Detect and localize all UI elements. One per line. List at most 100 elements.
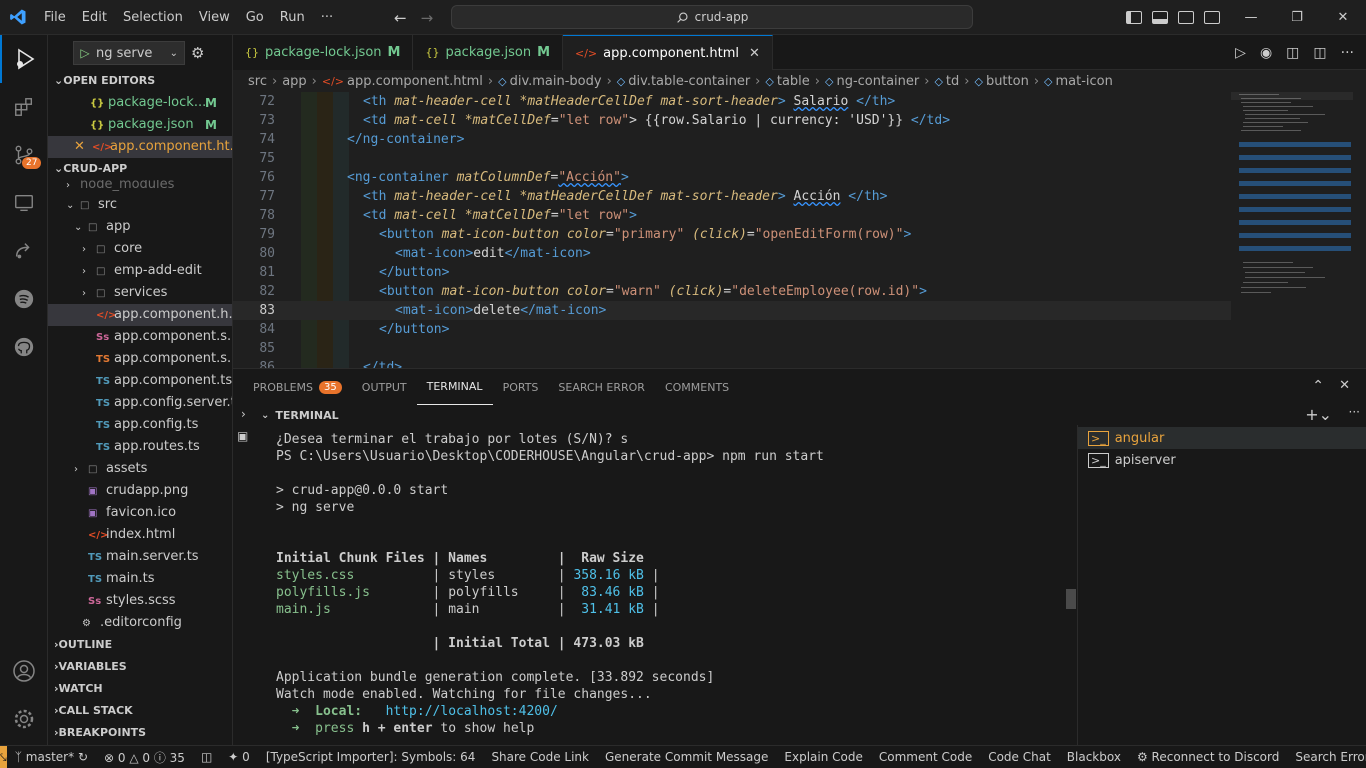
breadcrumb-item[interactable]: ng-container xyxy=(836,74,919,89)
spotify-icon[interactable] xyxy=(0,275,48,323)
open-editor-item-active[interactable]: ✕ </>app.component.ht... xyxy=(48,136,232,158)
start-debug-icon[interactable]: ▷ xyxy=(74,46,96,60)
live-share-icon[interactable] xyxy=(0,227,48,275)
tree-item-app-component-scss[interactable]: Ss app.component.s... xyxy=(48,326,232,348)
tab-package-json[interactable]: {} package.json M xyxy=(413,35,563,70)
tree-item-emp-add-edit[interactable]: › □ emp-add-edit xyxy=(48,260,232,282)
breadcrumb-item[interactable]: mat-icon xyxy=(1056,74,1113,89)
run-debug-icon[interactable] xyxy=(0,35,48,83)
breadcrumb-item[interactable]: button xyxy=(986,74,1029,89)
debug-console-icon[interactable]: ▣ xyxy=(237,429,248,443)
run-file-icon[interactable]: ▷ xyxy=(1235,45,1246,61)
menu-selection[interactable]: Selection xyxy=(115,0,191,35)
status-blackbox[interactable]: Blackbox xyxy=(1059,750,1129,764)
menu-file[interactable]: File xyxy=(36,0,74,35)
split-editor-icon[interactable]: ◫ xyxy=(1313,45,1326,61)
open-editor-item[interactable]: {} package-lock... M xyxy=(48,92,232,114)
extensions-icon[interactable] xyxy=(0,83,48,131)
breadcrumb-item[interactable]: app.component.html xyxy=(347,74,483,89)
close-window-icon[interactable]: ✕ xyxy=(1320,0,1366,35)
terminal-scrollbar[interactable] xyxy=(1066,589,1076,609)
toggle-panel-icon[interactable] xyxy=(1152,11,1168,24)
status-typescript-importer[interactable]: [TypeScript Importer]: Symbols: 64 xyxy=(258,750,484,764)
terminal-instance-angular[interactable]: >_ angular xyxy=(1078,427,1366,449)
watch-section[interactable]: ›WATCH xyxy=(48,678,232,700)
tree-item-services[interactable]: › □ services xyxy=(48,282,232,304)
outline-section[interactable]: ›OUTLINE xyxy=(48,634,232,656)
project-header[interactable]: ⌄CRUD-APP xyxy=(48,158,232,180)
toggle-secondary-sidebar-icon[interactable] xyxy=(1178,11,1194,24)
minimap[interactable] xyxy=(1231,92,1353,368)
breadcrumb-item[interactable]: td xyxy=(946,74,959,89)
status-search-error[interactable]: Search Error xyxy=(1287,750,1366,764)
tree-item-editorconfig[interactable]: ⚙ .editorconfig xyxy=(48,612,232,634)
source-control-icon[interactable]: 27 xyxy=(0,131,48,179)
restore-icon[interactable]: ❐ xyxy=(1274,0,1320,35)
call-stack-section[interactable]: ›CALL STACK xyxy=(48,700,232,722)
tree-item-crudapp-png[interactable]: ▣ crudapp.png xyxy=(48,480,232,502)
close-editor-icon[interactable]: ✕ xyxy=(74,136,92,158)
branch-indicator[interactable]: ᛉ master* ↻ xyxy=(7,750,96,764)
status-share-code-link[interactable]: Share Code Link xyxy=(483,750,597,764)
remote-indicator-icon[interactable]: ⤥ xyxy=(0,745,7,768)
preview-eye-icon[interactable]: ◉ xyxy=(1260,45,1272,61)
code-editor[interactable]: 72 <th mat-header-cell *matHeaderCellDef … xyxy=(233,92,1366,368)
open-editor-item[interactable]: {} package.json M xyxy=(48,114,232,136)
remote-explorer-icon[interactable] xyxy=(0,179,48,227)
chevron-right-icon[interactable]: › xyxy=(241,407,246,421)
debug-settings-gear-icon[interactable]: ⚙ xyxy=(191,44,204,62)
maximize-panel-icon[interactable]: ⌃ xyxy=(1312,378,1324,394)
command-center-search[interactable]: crud-app xyxy=(451,5,973,29)
tree-item-app-config[interactable]: TS app.config.ts xyxy=(48,414,232,436)
tree-item-favicon[interactable]: ▣ favicon.ico xyxy=(48,502,232,524)
accounts-icon[interactable] xyxy=(0,647,48,695)
menu-edit[interactable]: Edit xyxy=(74,0,115,35)
status-generate-commit[interactable]: Generate Commit Message xyxy=(597,750,776,764)
toggle-primary-sidebar-icon[interactable] xyxy=(1126,11,1142,24)
tab-terminal[interactable]: TERMINAL xyxy=(416,369,493,405)
tree-item-app-component-spec[interactable]: TS app.component.s... xyxy=(48,348,232,370)
status-comment-code[interactable]: Comment Code xyxy=(871,750,980,764)
breadcrumb-item[interactable]: div.table-container xyxy=(628,74,750,89)
tab-app-component-html[interactable]: </> app.component.html ✕ xyxy=(563,35,773,70)
tree-item-app-component-ts[interactable]: TS app.component.ts xyxy=(48,370,232,392)
tab-problems[interactable]: PROBLEMS 35 xyxy=(243,369,352,405)
problems-indicator[interactable]: ⊗ 0 △ 0 ⓘ 35 xyxy=(96,749,193,766)
tree-item-styles-scss[interactable]: Ss styles.scss xyxy=(48,590,232,612)
tree-item-app-config-server[interactable]: TS app.config.server.ts xyxy=(48,392,232,414)
breadcrumb-item[interactable]: table xyxy=(777,74,810,89)
terminal-more-icon[interactable]: ··· xyxy=(1349,405,1360,419)
tab-output[interactable]: OUTPUT xyxy=(352,369,417,405)
tree-item-src[interactable]: ⌄ □ src xyxy=(48,194,232,216)
tree-item-assets[interactable]: › □ assets xyxy=(48,458,232,480)
breadcrumb-item[interactable]: app xyxy=(282,74,306,89)
ports-indicator[interactable]: ✦ 0 xyxy=(220,750,258,764)
github-icon[interactable] xyxy=(0,323,48,371)
tab-search-error[interactable]: SEARCH ERROR xyxy=(548,369,655,405)
tab-ports[interactable]: PORTS xyxy=(493,369,549,405)
terminal-instance-apiserver[interactable]: >_ apiserver xyxy=(1078,449,1366,471)
more-actions-icon[interactable]: ··· xyxy=(1341,45,1354,61)
menu-run[interactable]: Run xyxy=(272,0,313,35)
tree-item-main-ts[interactable]: TS main.ts xyxy=(48,568,232,590)
tree-item-app-routes[interactable]: TS app.routes.ts xyxy=(48,436,232,458)
open-editors-header[interactable]: ⌄OPEN EDITORS xyxy=(48,70,232,92)
terminal-output[interactable]: ¿Desea terminar el trabajo por lotes (S/… xyxy=(276,431,1076,746)
tree-item-app[interactable]: ⌄ □ app xyxy=(48,216,232,238)
tree-item-core[interactable]: › □ core xyxy=(48,238,232,260)
close-tab-icon[interactable]: ✕ xyxy=(749,46,760,61)
forward-arrow-icon[interactable]: → xyxy=(421,9,434,27)
breadcrumb-item[interactable]: src xyxy=(248,74,267,89)
back-arrow-icon[interactable]: ← xyxy=(394,9,407,27)
tree-item-node-modules[interactable]: › node_modules xyxy=(48,180,232,194)
tree-item-index-html[interactable]: </>index.html xyxy=(48,524,232,546)
settings-gear-icon[interactable] xyxy=(0,695,48,743)
open-changes-icon[interactable]: ◫ xyxy=(1286,45,1299,61)
tab-package-lock[interactable]: {} package-lock.json M xyxy=(233,35,414,70)
tree-item-main-server[interactable]: TS main.server.ts xyxy=(48,546,232,568)
minimize-icon[interactable]: — xyxy=(1228,0,1274,35)
close-panel-icon[interactable]: ✕ xyxy=(1339,378,1350,393)
tree-item-app-component-html[interactable]: </>app.component.h... xyxy=(48,304,232,326)
customize-layout-icon[interactable] xyxy=(1204,11,1220,24)
layout-icon[interactable]: ◫ xyxy=(193,750,220,764)
